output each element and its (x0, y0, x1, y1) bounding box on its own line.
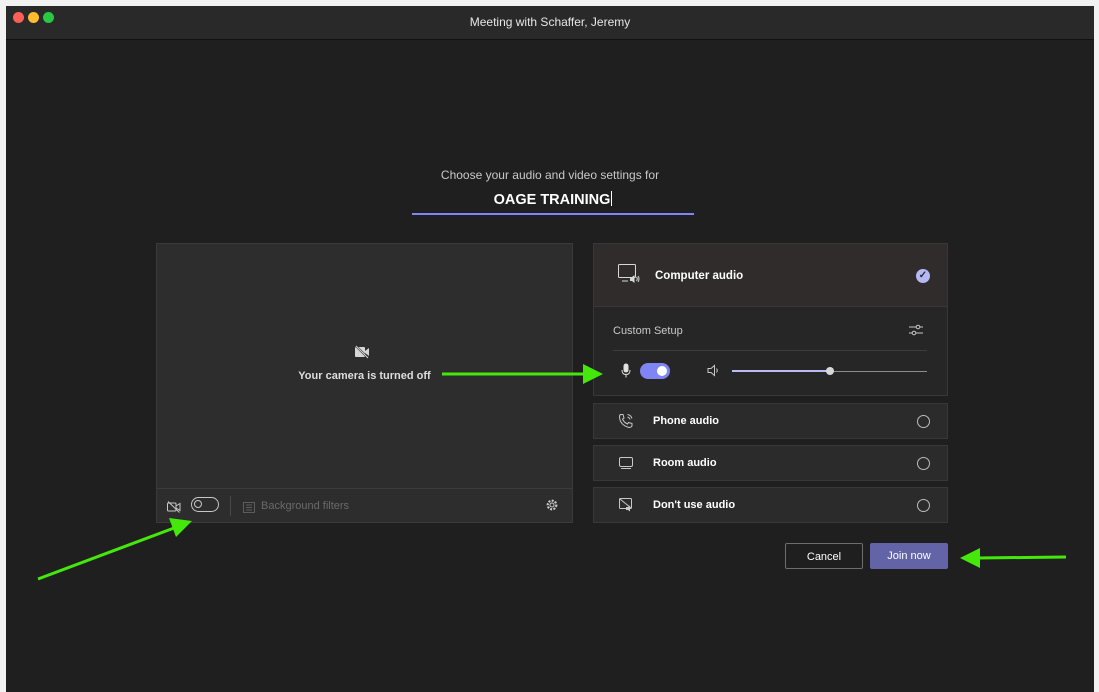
camera-off-icon (354, 345, 370, 364)
prejoin-heading: Choose your audio and video settings for (440, 168, 660, 182)
microphone-toggle[interactable] (640, 363, 670, 379)
speaker-icon (707, 364, 721, 382)
slider-fill (732, 370, 830, 372)
gear-icon[interactable] (545, 498, 559, 517)
background-filters-button[interactable]: Background filters (261, 500, 349, 512)
meeting-window: Meeting with Schaffer, Jeremy Choose you… (6, 6, 1094, 692)
no-audio-radio[interactable] (917, 499, 930, 512)
custom-setup-panel: Custom Setup (593, 307, 948, 396)
video-preview: Your camera is turned off Background fil… (156, 243, 573, 523)
computer-audio-option[interactable]: Computer audio ✓ (593, 243, 948, 307)
room-audio-option[interactable]: Room audio (593, 445, 948, 481)
divider (613, 350, 927, 351)
no-audio-icon (618, 497, 634, 518)
camera-off-message: Your camera is turned off (298, 370, 431, 382)
microphone-icon (621, 363, 631, 383)
meeting-name-text: OAGE TRAINING (493, 192, 611, 208)
no-audio-label: Don't use audio (653, 499, 736, 511)
background-filters-icon (243, 500, 255, 518)
camera-toggle[interactable] (191, 497, 219, 512)
phone-audio-label: Phone audio (653, 415, 719, 427)
no-audio-option[interactable]: Don't use audio (593, 487, 948, 523)
slider-thumb[interactable] (825, 367, 834, 375)
divider (230, 496, 231, 516)
room-device-icon (618, 455, 634, 476)
custom-setup-label: Custom Setup (613, 325, 683, 337)
device-settings-icon[interactable] (909, 323, 923, 341)
title-bar: Meeting with Schaffer, Jeremy (6, 6, 1094, 40)
camera-off-icon (167, 500, 181, 518)
computer-audio-label: Computer audio (655, 270, 744, 282)
selected-check-icon: ✓ (916, 269, 930, 283)
meeting-name-field[interactable]: OAGE TRAINING (412, 191, 694, 215)
toggle-knob (194, 500, 202, 508)
toggle-knob (657, 366, 667, 376)
phone-audio-option[interactable]: Phone audio (593, 403, 948, 439)
join-now-button[interactable]: Join now (870, 543, 948, 569)
phone-icon (618, 413, 634, 434)
phone-audio-radio[interactable] (917, 415, 930, 428)
text-caret (611, 191, 613, 206)
room-audio-radio[interactable] (917, 457, 930, 470)
speaker-volume-slider[interactable] (732, 367, 927, 375)
video-controls-bar: Background filters (157, 488, 572, 522)
window-title: Meeting with Schaffer, Jeremy (469, 15, 631, 29)
cancel-button[interactable]: Cancel (785, 543, 863, 569)
computer-audio-icon (618, 264, 640, 289)
room-audio-label: Room audio (653, 457, 717, 469)
